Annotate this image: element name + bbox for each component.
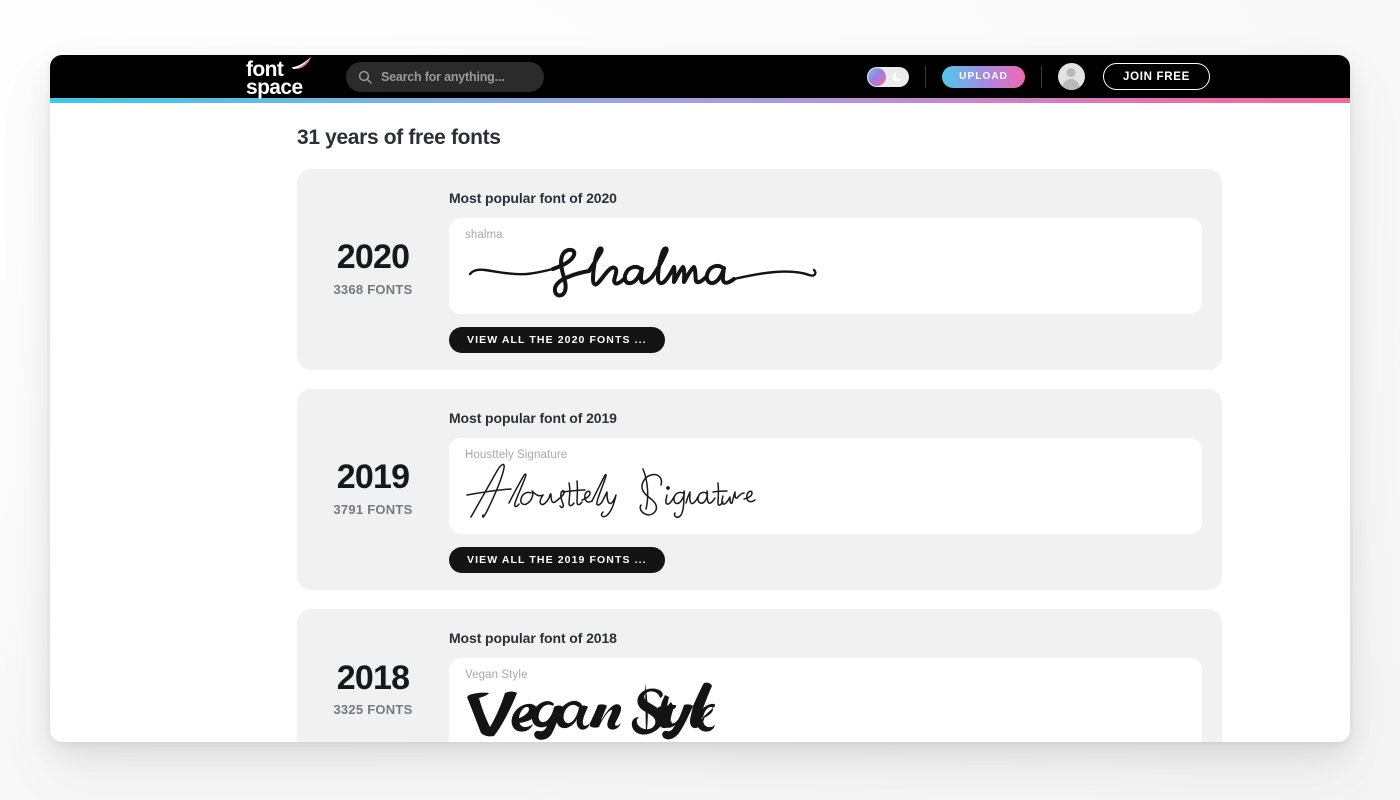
desktop-backdrop: font space Search for anything... UPLOAD…	[0, 0, 1400, 800]
year-number: 2019	[336, 458, 410, 497]
page-content: 31 years of free fonts 2020 3368 FONTS M…	[50, 103, 1350, 742]
year-number: 2018	[336, 658, 410, 697]
font-preview-box[interactable]: Housttely Signature	[449, 438, 1202, 534]
font-sample-housttely-signature-icon	[466, 463, 756, 518]
view-all-fonts-button[interactable]: VIEW ALL THE 2019 FONTS ...	[449, 547, 665, 573]
year-card: 2019 3791 FONTS Most popular font of 201…	[297, 389, 1222, 590]
theme-toggle[interactable]	[867, 66, 910, 87]
search-box[interactable]	[346, 61, 555, 92]
year-font-count: 3368 FONTS	[333, 281, 413, 297]
gradient-sun-icon	[868, 67, 887, 86]
logo-line-1: font	[246, 57, 324, 80]
browser-window: font space Search for anything... UPLOAD…	[50, 55, 1350, 742]
header-actions: UPLOAD JOIN FREE	[867, 55, 1350, 98]
year-card: 2018 3325 FONTS Most popular font of 201…	[297, 609, 1222, 742]
year-font-count: 3325 FONTS	[333, 702, 413, 718]
join-free-button[interactable]: JOIN FREE	[1102, 63, 1210, 90]
year-summary: 2018 3325 FONTS	[297, 626, 449, 742]
header-divider-2	[1040, 65, 1042, 88]
font-sample-vegan-style-icon	[467, 682, 715, 740]
swoosh-icon	[292, 57, 311, 70]
moon-icon	[892, 71, 902, 81]
view-all-fonts-button[interactable]: VIEW ALL THE 2020 FONTS ...	[449, 327, 665, 353]
year-summary: 2020 3368 FONTS	[297, 186, 449, 353]
avatar-head-icon	[1066, 68, 1076, 77]
year-summary: 2019 3791 FONTS	[297, 406, 449, 573]
year-number: 2020	[336, 238, 410, 277]
font-preview-box[interactable]: Vegan Style	[449, 658, 1202, 742]
year-card: 2020 3368 FONTS Most popular font of 202…	[297, 169, 1222, 370]
avatar-body-icon	[1062, 79, 1080, 90]
year-font-count: 3791 FONTS	[333, 501, 413, 517]
search-icon	[358, 70, 372, 84]
site-header: font space Search for anything... UPLOAD…	[50, 55, 1350, 98]
card-heading: Most popular font of 2020	[449, 190, 617, 206]
card-heading: Most popular font of 2018	[449, 630, 617, 646]
upload-button[interactable]: UPLOAD	[942, 65, 1025, 88]
header-divider-1	[925, 65, 927, 88]
search-input[interactable]	[381, 69, 555, 84]
font-sample	[465, 679, 1186, 741]
page-title: 31 years of free fonts	[297, 126, 501, 149]
fontspace-logo[interactable]: font space	[246, 57, 324, 98]
card-heading: Most popular font of 2019	[449, 410, 617, 426]
font-sample-shalma-icon	[468, 246, 817, 298]
font-sample	[465, 459, 1186, 521]
font-preview-box[interactable]: shalma	[449, 218, 1202, 314]
avatar[interactable]	[1057, 63, 1085, 90]
font-sample	[465, 239, 1186, 301]
